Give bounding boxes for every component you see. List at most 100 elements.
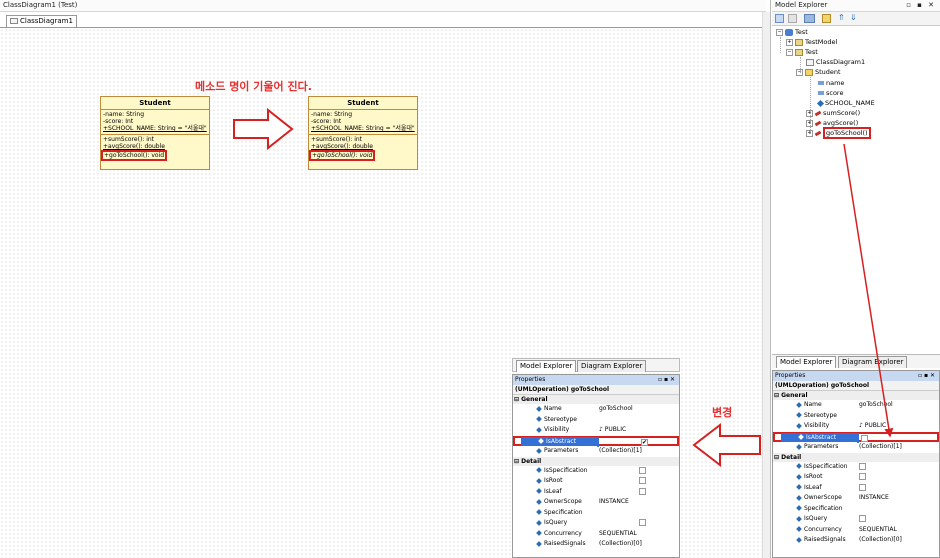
prop-row-isleaf[interactable]: IsLeaf [513, 486, 679, 498]
filter-icon[interactable] [822, 14, 831, 23]
tab-diagram-explorer[interactable]: Diagram Explorer [838, 356, 908, 368]
prop-row-parameters[interactable]: Parameters (Collection)[1] [513, 446, 679, 457]
tree-item-student[interactable]: − Student [796, 68, 841, 77]
prop-row-isquery[interactable]: IsQuery [513, 518, 679, 529]
prop-value[interactable]: (Collection)[0] [597, 539, 677, 549]
expand-icon[interactable]: + [786, 38, 793, 46]
tree-item-project[interactable]: − Test [776, 28, 808, 37]
prop-row-ownerscope[interactable]: OwnerScope INSTANCE [773, 493, 939, 504]
property-icon [536, 530, 542, 536]
prop-row-isabstract[interactable]: IsAbstract [773, 431, 939, 443]
operation-section: +sumScore(): int +avgScore(): double +go… [309, 135, 417, 163]
uml-class-student-after[interactable]: Student -name: String -score: Int +SCHOO… [308, 96, 418, 170]
category-detail[interactable]: ⊟ Detail [773, 452, 939, 462]
tree-item-gotoschool[interactable]: + goToSchool() [806, 127, 871, 139]
checkbox[interactable] [639, 519, 646, 526]
prop-value[interactable]: goToSchool [597, 404, 677, 414]
category-label: General [521, 396, 548, 403]
checkbox[interactable] [859, 462, 866, 470]
checkbox[interactable] [859, 473, 866, 480]
canvas-scrollbar[interactable] [762, 12, 770, 558]
prop-row-raisedsignals[interactable]: RaisedSignals (Collection)[0] [513, 539, 679, 550]
prop-row-concurrency[interactable]: Concurrency SEQUENTIAL [773, 524, 939, 536]
prop-label: Concurrency [804, 525, 842, 533]
tree-label: Test [805, 48, 818, 56]
category-label: Detail [521, 457, 542, 465]
tree-item-name[interactable]: name [816, 79, 844, 88]
prop-row-specification[interactable]: Specification [513, 507, 679, 519]
move-up-icon[interactable]: ⇑ [838, 13, 845, 22]
prop-row-parameters[interactable]: Parameters (Collection)[1] [773, 442, 939, 453]
prop-row-isabstract[interactable]: IsAbstract ✔ [513, 435, 679, 447]
model-tree: − Test + TestModel − Test ClassDiagram1 − St… [772, 28, 940, 348]
property-icon [796, 494, 802, 501]
category-general[interactable]: ⊟ General [773, 391, 939, 400]
prop-row-isquery[interactable]: IsQuery [773, 514, 939, 525]
prop-row-raisedsignals[interactable]: RaisedSignals (Collection)[0] [773, 535, 939, 546]
category-detail[interactable]: ⊟ Detail [513, 456, 679, 466]
checkbox[interactable] [639, 477, 646, 484]
prop-row-visibility[interactable]: Visibility ♪ PUBLIC [513, 425, 679, 436]
checkbox[interactable] [859, 483, 866, 491]
checkbox[interactable] [859, 515, 866, 522]
pin-close-icon[interactable]: ▫ ▪ ✕ [658, 375, 675, 385]
prop-row-isroot[interactable]: IsRoot [773, 472, 939, 483]
tree-item-sumscore[interactable]: + sumScore() [806, 109, 860, 118]
tab-diagram-explorer[interactable]: Diagram Explorer [577, 360, 647, 372]
prop-row-isleaf[interactable]: IsLeaf [773, 482, 939, 494]
property-icon [796, 505, 802, 511]
sort-alpha-icon[interactable] [788, 14, 797, 23]
prop-row-isroot[interactable]: IsRoot [513, 476, 679, 487]
isabstract-checkbox-checked[interactable]: ✔ [641, 438, 648, 446]
pin-close-icon[interactable]: ▫ ▪ ✕ [906, 0, 936, 11]
prop-row-specification[interactable]: Specification [773, 503, 939, 515]
checkbox[interactable] [639, 466, 646, 474]
prop-value[interactable]: ♪ PUBLIC [597, 425, 677, 435]
collapse-icon[interactable]: − [776, 28, 783, 36]
prop-row-name[interactable]: Name goToSchool [513, 404, 679, 415]
prop-label: Specification [804, 504, 843, 512]
prop-value[interactable]: goToSchool [857, 400, 937, 410]
tab-model-explorer[interactable]: Model Explorer [776, 356, 837, 368]
prop-row-stereotype[interactable]: Stereotype [513, 414, 679, 426]
tree-item-test-model[interactable]: − Test [786, 48, 818, 57]
isabstract-checkbox[interactable] [861, 434, 868, 442]
prop-row-concurrency[interactable]: Concurrency SEQUENTIAL [513, 528, 679, 540]
collapse-icon[interactable]: − [786, 48, 793, 56]
prop-value[interactable]: (Collection)[0] [857, 535, 937, 545]
prop-row-ownerscope[interactable]: OwnerScope INSTANCE [513, 497, 679, 508]
prop-value[interactable]: INSTANCE [597, 497, 677, 507]
tab-classdiagram1[interactable]: ClassDiagram1 [6, 15, 77, 27]
tree-item-classdiagram1[interactable]: ClassDiagram1 [804, 58, 865, 67]
pin-close-icon[interactable]: ▫ ▪ ✕ [918, 371, 935, 381]
checkbox[interactable] [639, 487, 646, 495]
tree-item-school-name[interactable]: SCHOOL_NAME [816, 99, 875, 108]
prop-row-isspecification[interactable]: IsSpecification [513, 465, 679, 477]
tab-model-explorer[interactable]: Model Explorer [516, 360, 577, 372]
property-icon [796, 473, 802, 480]
prop-row-isspecification[interactable]: IsSpecification [773, 461, 939, 473]
prop-value[interactable]: (Collection)[1] [857, 442, 937, 452]
move-down-icon[interactable]: ⇓ [850, 13, 857, 22]
prop-value[interactable]: SEQUENTIAL [597, 529, 677, 539]
property-icon [536, 467, 542, 473]
prop-value[interactable]: (Collection)[1] [597, 446, 677, 456]
category-general[interactable]: ⊟ General [513, 395, 679, 404]
add-element-icon[interactable] [804, 14, 815, 23]
prop-value[interactable]: ♪ PUBLIC [857, 421, 937, 431]
sort-icon[interactable] [775, 14, 784, 23]
class-icon [805, 68, 813, 76]
attribute-icon [818, 81, 824, 85]
prop-row-visibility[interactable]: Visibility ♪ PUBLIC [773, 421, 939, 432]
tab-label: Model Explorer [520, 362, 573, 370]
tree-item-testmodel[interactable]: + TestModel [786, 38, 837, 47]
uml-class-student-before[interactable]: Student -name: String -score: Int +SCHOO… [100, 96, 210, 170]
operation: +sumScore(): int [311, 136, 363, 143]
prop-value[interactable]: INSTANCE [857, 493, 937, 503]
diagram-icon [10, 18, 18, 24]
prop-value[interactable]: SEQUENTIAL [857, 525, 937, 535]
prop-row-name[interactable]: Name goToSchool [773, 400, 939, 411]
prop-row-stereotype[interactable]: Stereotype [773, 410, 939, 422]
category-label: General [781, 392, 808, 399]
tree-item-score[interactable]: score [816, 89, 843, 98]
